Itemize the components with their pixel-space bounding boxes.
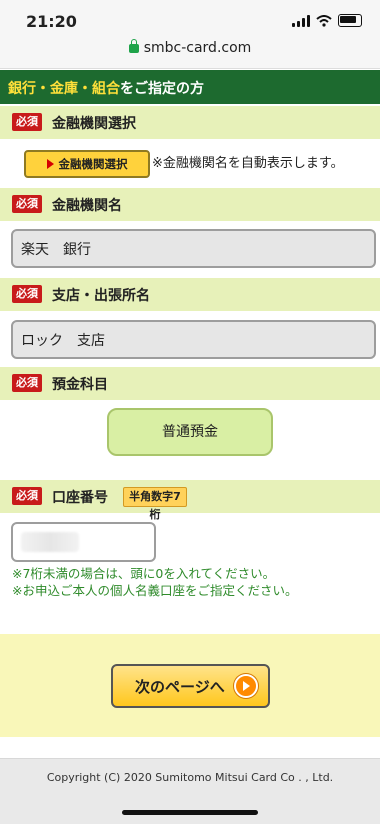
note-line: ※お申込ご本人の個人名義口座をご指定ください。 <box>12 583 298 598</box>
section-label: 金融機関名 <box>52 198 122 214</box>
section-label: 金融機関選択 <box>52 116 136 132</box>
url-display[interactable]: smbc-card.com <box>0 39 380 56</box>
branch-name-value: ロック 支店 <box>21 333 105 349</box>
bank-auto-display-note: ※金融機関名を自動表示します。 <box>152 156 344 171</box>
section-header-bank-name: 必須 金融機関名 <box>0 188 380 221</box>
page-title-rest: をご指定の方 <box>120 81 204 97</box>
halfwidth-digits-badge: 半角数字7桁 <box>123 487 187 521</box>
required-badge: 必須 <box>12 285 42 303</box>
bank-name-field[interactable]: 楽天 銀行 <box>11 229 376 268</box>
copyright: Copyright (C) 2020 Sumitomo Mitsui Card … <box>46 771 334 784</box>
section-header-deposit-type: 必須 預金科目 <box>0 367 380 400</box>
signal-icon <box>292 14 310 27</box>
required-badge: 必須 <box>12 113 42 131</box>
triangle-right-icon <box>46 159 54 169</box>
bank-name-value: 楽天 銀行 <box>21 242 91 258</box>
lock-icon <box>128 39 139 53</box>
url-text: smbc-card.com <box>143 40 252 56</box>
arrow-right-icon <box>234 674 258 698</box>
home-indicator[interactable] <box>122 810 258 815</box>
browser-url-bar[interactable]: smbc-card.com <box>0 34 380 69</box>
status-time: 21:20 <box>26 12 77 31</box>
battery-icon <box>338 14 362 27</box>
deposit-type-button[interactable]: 普通預金 <box>107 408 273 456</box>
required-badge: 必須 <box>12 487 42 505</box>
branch-name-field[interactable]: ロック 支店 <box>11 320 376 359</box>
required-badge: 必須 <box>12 374 42 392</box>
status-bar: 21:20 <box>0 0 380 34</box>
masked-value <box>21 532 79 552</box>
bank-select-button[interactable]: 金融機関選択 <box>24 150 150 178</box>
account-notes: ※7桁未満の場合は、頭に0を入れてください。 ※お申込ご本人の個人名義口座をご指… <box>12 565 297 599</box>
page-title-highlight: 銀行・金庫・組合 <box>8 81 120 97</box>
section-label: 預金科目 <box>52 377 108 393</box>
section-header-account: 必須 口座番号 半角数字7桁 <box>0 480 380 521</box>
next-page-button-label: 次のページへ <box>135 678 225 696</box>
page-title: 銀行・金庫・組合をご指定の方 <box>0 70 380 104</box>
required-badge: 必須 <box>12 195 42 213</box>
system-icons <box>292 14 362 27</box>
section-label: 支店・出張所名 <box>52 288 150 304</box>
section-header-bank-select: 必須 金融機関選択 <box>0 106 380 139</box>
page-title-text: 銀行・金庫・組合をご指定の方 <box>8 78 204 98</box>
account-number-input[interactable] <box>11 522 156 562</box>
section-header-branch: 必須 支店・出張所名 <box>0 278 380 311</box>
note-line: ※7桁未満の場合は、頭に0を入れてください。 <box>12 566 276 581</box>
next-page-button[interactable]: 次のページへ <box>111 664 270 708</box>
wifi-icon <box>316 14 332 27</box>
section-label: 口座番号 <box>52 490 108 506</box>
bank-select-button-label: 金融機関選択 <box>58 157 128 171</box>
